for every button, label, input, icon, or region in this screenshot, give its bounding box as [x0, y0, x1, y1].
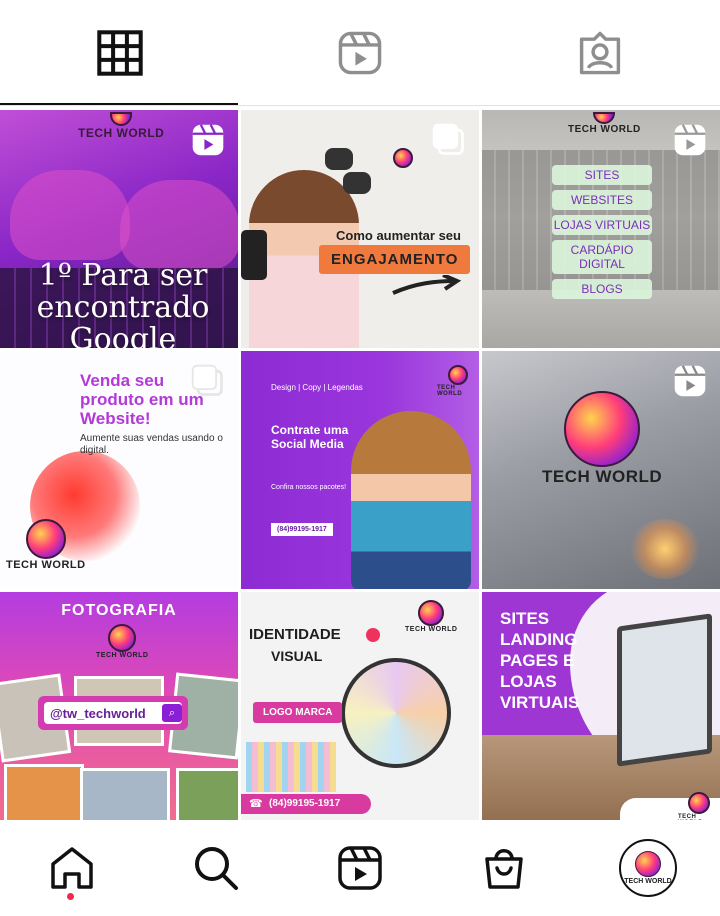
- post-highlight: ENGAJAMENTO: [319, 245, 471, 274]
- profile-tabs: [0, 0, 720, 106]
- bottom-nav: TECH WORLD: [0, 820, 720, 916]
- light-glow: [630, 519, 700, 579]
- services-list: SITES WEBSITES LOJAS VIRTUAIS CARDÁPIO D…: [552, 165, 652, 299]
- service-item: BLOGS: [552, 279, 652, 299]
- arrow-right-icon: [392, 275, 461, 295]
- chat-bubble-icon: [325, 148, 353, 170]
- color-palette: [246, 742, 336, 792]
- post-phone: (84)99195-1917: [241, 794, 371, 814]
- globe-logo-icon: [593, 112, 616, 124]
- posts-grid: TECH WORLD 1º Para ser encontrado Google…: [0, 110, 720, 830]
- hand-shape: [10, 170, 130, 260]
- post-tile[interactable]: TECH WORLD: [482, 351, 720, 589]
- nav-reels[interactable]: [288, 820, 432, 916]
- tagged-icon: [579, 31, 621, 75]
- hand-shape: [120, 180, 238, 270]
- globe-logo-icon: [418, 600, 445, 626]
- post-text: Como aumentar seu: [336, 228, 461, 243]
- post-subtitle: Confira nossos pacotes!: [271, 484, 347, 491]
- globe-logo-icon: [564, 391, 641, 467]
- brand-logo: TECH WORLD: [96, 624, 148, 659]
- tabs-divider: [0, 105, 720, 106]
- reel-indicator-icon: [674, 124, 706, 156]
- post-title-2: VISUAL: [271, 648, 323, 664]
- shop-icon: [485, 849, 523, 889]
- notification-dot: [67, 893, 74, 900]
- post-headline: 1º Para ser encontrado Google: [36, 258, 210, 349]
- globe-logo-icon: [25, 519, 66, 559]
- laptop-shape: [617, 613, 712, 767]
- brand-logo: TECH WORLD: [78, 112, 164, 140]
- post-title: Contrate uma Social Media: [271, 423, 349, 451]
- tab-posts-grid[interactable]: [0, 0, 240, 106]
- accent-dot: [366, 628, 380, 642]
- service-item: LOJAS VIRTUAIS: [552, 215, 652, 235]
- reels-icon: [338, 31, 382, 75]
- brand-logo: TECH WORLD: [405, 600, 457, 633]
- circle-photo: [341, 658, 451, 768]
- service-item: CARDÁPIO DIGITAL: [552, 240, 652, 274]
- brand-logo: TECH WORLD: [437, 365, 479, 397]
- tab-tagged[interactable]: [480, 0, 720, 106]
- handle-search-box: @tw_techworld ⌕: [38, 696, 188, 730]
- heart-bubble-icon: [343, 172, 371, 194]
- search-icon: ⌕: [162, 704, 182, 722]
- globe-logo-icon: [110, 112, 133, 126]
- globe-logo-icon: [635, 851, 661, 877]
- service-item: SITES: [552, 165, 652, 185]
- phone-shape: [241, 230, 267, 280]
- post-title: FOTOGRAFIA: [61, 602, 177, 619]
- nav-shop[interactable]: [432, 820, 576, 916]
- nav-home[interactable]: [0, 820, 144, 916]
- brand-logo: [393, 148, 413, 168]
- post-subtitle: Aumente suas vendas usando o digital.: [80, 433, 223, 456]
- search-icon: [195, 847, 238, 890]
- post-tags: Design | Copy | Legendas: [271, 383, 363, 392]
- globe-logo-icon: [393, 148, 413, 168]
- post-title: SITES LANDING PAGES E LOJAS VIRTUAIS: [500, 609, 580, 712]
- nav-profile[interactable]: TECH WORLD: [576, 820, 720, 916]
- avatar: TECH WORLD: [619, 839, 677, 897]
- brand-logo: TECH WORLD: [568, 112, 641, 135]
- post-tile[interactable]: Design | Copy | Legendas Contrate uma So…: [241, 351, 479, 589]
- post-tile[interactable]: Venda seu produto em um Website! Aumente…: [0, 351, 238, 589]
- globe-logo-icon: [688, 792, 710, 814]
- globe-logo-icon: [108, 624, 137, 652]
- brand-logo: TECH WORLD: [542, 391, 662, 487]
- grid-icon: [97, 30, 143, 76]
- home-icon: [51, 847, 93, 889]
- post-tile[interactable]: TECH WORLD 1º Para ser encontrado Google: [0, 110, 238, 348]
- tab-reels[interactable]: [240, 0, 480, 106]
- carousel-indicator-icon: [432, 123, 464, 155]
- reels-icon: [338, 846, 382, 890]
- post-title: IDENTIDADE: [249, 626, 341, 643]
- woman-photo: [351, 411, 471, 589]
- post-tile[interactable]: TECH WORLD SITES WEBSITES LOJAS VIRTUAIS…: [482, 110, 720, 348]
- post-tile[interactable]: SITES LANDING PAGES E LOJAS VIRTUAIS TEC…: [482, 592, 720, 830]
- post-tile[interactable]: FOTOGRAFIA TECH WORLD @tw_techworld ⌕: [0, 592, 238, 830]
- post-tile[interactable]: Como aumentar seu ENGAJAMENTO: [241, 110, 479, 348]
- reel-indicator-icon: [674, 365, 706, 397]
- service-item: WEBSITES: [552, 190, 652, 210]
- globe-logo-icon: [448, 365, 468, 385]
- post-tile[interactable]: IDENTIDADE VISUAL LOGO MARCA (84)99195-1…: [241, 592, 479, 830]
- reel-indicator-icon: [192, 124, 224, 156]
- logo-marca-label: LOGO MARCA: [253, 702, 343, 723]
- brand-logo: TECH WORLD: [6, 519, 86, 571]
- carousel-indicator-icon: [191, 364, 223, 396]
- nav-search[interactable]: [144, 820, 288, 916]
- post-phone: (84)99195-1917: [271, 523, 333, 536]
